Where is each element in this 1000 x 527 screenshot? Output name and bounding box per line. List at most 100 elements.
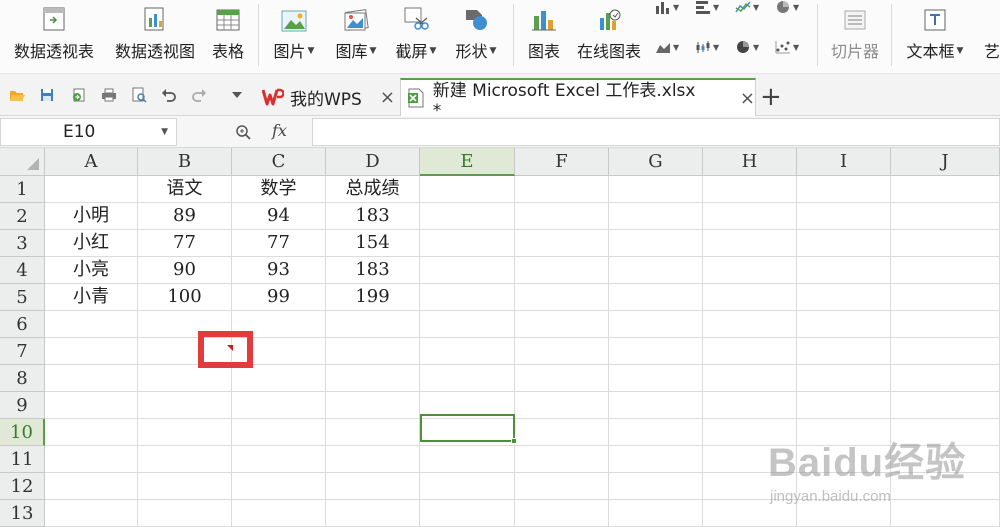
formula-input[interactable] [312,118,1000,146]
cell-f5[interactable] [515,284,609,311]
chart-button[interactable]: 图表 [522,0,566,70]
cell-i5[interactable] [797,284,891,311]
cell-b3[interactable]: 77 [138,230,232,257]
row-header-7[interactable]: 7 [0,338,45,365]
cell-a10[interactable] [45,419,138,446]
cell-c12[interactable] [232,473,326,500]
column-header-c[interactable]: C [232,148,326,176]
cell-b9[interactable] [138,392,232,419]
column-header-d[interactable]: D [326,148,420,176]
save-button[interactable] [38,86,56,104]
column-header-g[interactable]: G [609,148,703,176]
cell-h1[interactable] [703,176,797,203]
cell-f13[interactable] [515,500,609,527]
bar-chart-type-button[interactable]: ▼ [695,0,719,14]
cell-e13[interactable] [420,500,515,527]
pivot-chart-button[interactable]: 数据透视图 [110,0,200,70]
cell-d13[interactable] [326,500,420,527]
column-header-b[interactable]: B [138,148,232,176]
cell-d7[interactable] [326,338,420,365]
cell-j4[interactable] [891,257,1000,284]
redo-button[interactable] [190,86,208,104]
cell-h10[interactable] [703,419,797,446]
cell-a12[interactable] [45,473,138,500]
row-header-1[interactable]: 1 [0,176,45,203]
cell-f12[interactable] [515,473,609,500]
cell-j9[interactable] [891,392,1000,419]
column-header-j[interactable]: J [891,148,1000,176]
cell-b5[interactable]: 100 [138,284,232,311]
gallery-button[interactable]: 图库 ▼ [330,0,382,70]
cell-a1[interactable] [45,176,138,203]
cell-i13[interactable] [797,500,891,527]
cell-j6[interactable] [891,311,1000,338]
cell-h9[interactable] [703,392,797,419]
cell-c4[interactable]: 93 [232,257,326,284]
cell-a7[interactable] [45,338,138,365]
row-header-12[interactable]: 12 [0,473,45,500]
cell-j3[interactable] [891,230,1000,257]
cell-c9[interactable] [232,392,326,419]
cell-f10[interactable] [515,419,609,446]
art-text-button[interactable]: 艺 [980,0,1000,70]
cell-f1[interactable] [515,176,609,203]
cell-b13[interactable] [138,500,232,527]
cell-e5[interactable] [420,284,515,311]
row-header-4[interactable]: 4 [0,257,45,284]
cell-g6[interactable] [609,311,703,338]
online-chart-button[interactable]: 在线图表 [572,0,646,70]
column-header-i[interactable]: I [797,148,891,176]
cell-f4[interactable] [515,257,609,284]
cell-g3[interactable] [609,230,703,257]
print-preview-button[interactable] [130,86,148,104]
cell-c2[interactable]: 94 [232,203,326,230]
cell-a2[interactable]: 小明 [45,203,138,230]
cell-f6[interactable] [515,311,609,338]
cell-g12[interactable] [609,473,703,500]
shapes-button[interactable]: 形状 ▼ [450,0,502,70]
cell-g11[interactable] [609,446,703,473]
tab-my-wps[interactable]: 我的WPS × [258,78,400,116]
quick-access-more-button[interactable] [228,86,246,104]
pivot-table-button[interactable]: 数据透视表 [8,0,100,70]
cell-d1[interactable]: 总成绩 [326,176,420,203]
zoom-button[interactable] [235,124,251,144]
cell-a5[interactable]: 小青 [45,284,138,311]
cell-g7[interactable] [609,338,703,365]
cell-f3[interactable] [515,230,609,257]
textbox-button[interactable]: 文本框 ▼ [900,0,970,70]
cell-j1[interactable] [891,176,1000,203]
cell-e1[interactable] [420,176,515,203]
area-chart-type-button[interactable]: ▼ [655,40,679,54]
row-header-13[interactable]: 13 [0,500,45,527]
column-header-a[interactable]: A [45,148,138,176]
cell-b1[interactable]: 语文 [138,176,232,203]
table-button[interactable]: 表格 [206,0,250,70]
cell-g4[interactable] [609,257,703,284]
cell-e2[interactable] [420,203,515,230]
row-header-10[interactable]: 10 [0,419,45,446]
cell-f7[interactable] [515,338,609,365]
close-icon[interactable]: × [380,87,395,108]
cell-e6[interactable] [420,311,515,338]
cell-i8[interactable] [797,365,891,392]
cell-h2[interactable] [703,203,797,230]
cell-g5[interactable] [609,284,703,311]
cell-c5[interactable]: 99 [232,284,326,311]
cell-c13[interactable] [232,500,326,527]
cell-j5[interactable] [891,284,1000,311]
cell-i3[interactable] [797,230,891,257]
row-header-11[interactable]: 11 [0,446,45,473]
cell-i9[interactable] [797,392,891,419]
cell-d5[interactable]: 199 [326,284,420,311]
cell-f9[interactable] [515,392,609,419]
cell-b8[interactable] [138,365,232,392]
cell-h3[interactable] [703,230,797,257]
cell-a3[interactable]: 小红 [45,230,138,257]
row-header-6[interactable]: 6 [0,311,45,338]
cell-a9[interactable] [45,392,138,419]
print-button[interactable] [100,86,118,104]
cell-d4[interactable]: 183 [326,257,420,284]
cell-g9[interactable] [609,392,703,419]
cell-c8[interactable] [232,365,326,392]
